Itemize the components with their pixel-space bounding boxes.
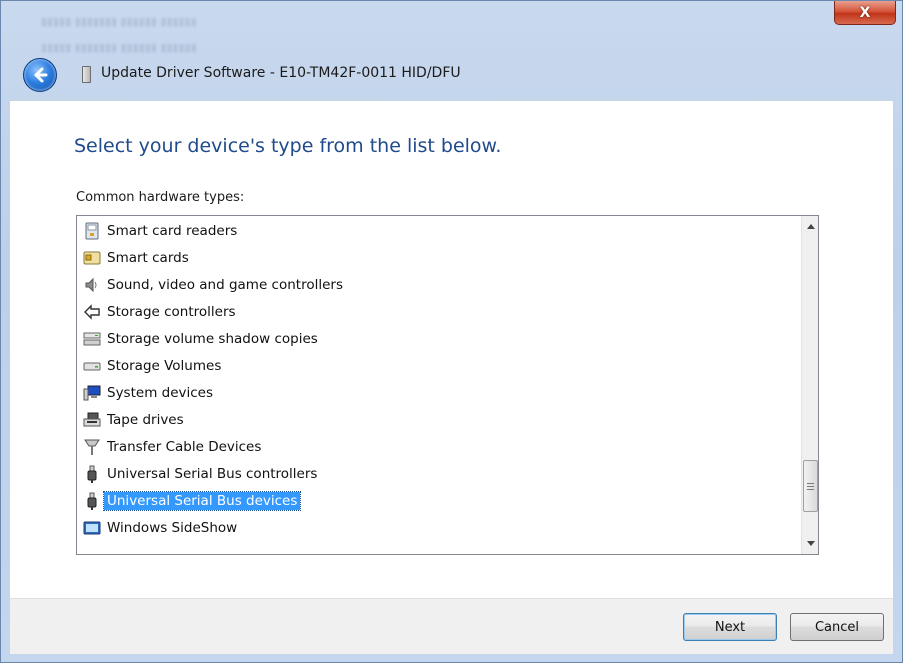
system-device-icon xyxy=(83,384,101,402)
close-button[interactable]: X xyxy=(834,1,896,25)
list-label: Common hardware types: xyxy=(76,190,245,205)
storage-volume-icon xyxy=(83,357,101,375)
list-item[interactable]: Smart card readers xyxy=(83,219,240,243)
list-item[interactable]: Universal Serial Bus controllers xyxy=(83,462,320,486)
transfer-cable-icon xyxy=(83,438,101,456)
list-item[interactable]: Universal Serial Bus devices xyxy=(83,489,302,513)
background-blur: ▮▮▮▮▮ ▮▮▮▮▮▮▮ ▮▮▮▮▮▮ ▮▮▮▮▮▮ xyxy=(41,15,197,28)
hardware-types-list[interactable]: Smart card readers Smart cards Sound, vide… xyxy=(76,215,819,555)
usb-plug-icon xyxy=(83,465,101,483)
list-item-label: Windows SideShow xyxy=(107,520,238,536)
grip-icon xyxy=(807,482,814,490)
list-item-label: Smart card readers xyxy=(107,223,238,239)
back-arrow-icon xyxy=(34,67,48,83)
sideshow-icon xyxy=(83,519,101,537)
scroll-thumb[interactable] xyxy=(803,460,818,512)
list-item-label: Smart cards xyxy=(107,250,189,266)
scroll-up-icon xyxy=(806,224,815,229)
list-item-label: Universal Serial Bus controllers xyxy=(107,466,318,482)
cancel-button[interactable]: Cancel xyxy=(790,613,884,641)
list-item[interactable]: Storage volume shadow copies xyxy=(83,327,321,351)
list-item-label: Transfer Cable Devices xyxy=(107,439,262,455)
list-item[interactable]: Transfer Cable Devices xyxy=(83,435,264,459)
list-item-label: Sound, video and game controllers xyxy=(107,277,343,293)
list-item-label: System devices xyxy=(107,385,214,401)
back-button[interactable] xyxy=(23,58,57,92)
list-item[interactable]: Windows SideShow xyxy=(83,516,240,540)
list-item[interactable]: Smart cards xyxy=(83,246,192,270)
hid-device-icon xyxy=(82,66,91,83)
list-item[interactable]: Tape drives xyxy=(83,408,187,432)
close-icon: X xyxy=(859,4,871,21)
storage-controller-icon xyxy=(83,303,101,321)
background-blur: ▮▮▮▮▮ ▮▮▮▮▮▮▮ ▮▮▮▮▮▮ ▮▮▮▮▮▮ xyxy=(41,41,197,54)
usb-plug-icon xyxy=(83,492,101,510)
list-item-label: Storage controllers xyxy=(107,304,236,320)
wizard-content: Select your device's type from the list … xyxy=(10,100,893,598)
scroll-down-icon xyxy=(806,541,815,546)
smart-card-reader-icon xyxy=(83,222,101,240)
wizard-footer: Next Cancel xyxy=(10,598,893,654)
shadow-copy-icon xyxy=(83,330,101,348)
list-item[interactable]: Sound, video and game controllers xyxy=(83,273,346,297)
list-item-label: Universal Serial Bus devices xyxy=(102,491,302,511)
speaker-icon xyxy=(83,276,101,294)
list-item-label: Tape drives xyxy=(107,412,184,428)
vertical-scrollbar[interactable] xyxy=(801,216,818,554)
next-button[interactable]: Next xyxy=(683,613,777,641)
page-title: Select your device's type from the list … xyxy=(74,135,502,157)
list-item[interactable]: Storage controllers xyxy=(83,300,239,324)
scroll-up-button[interactable] xyxy=(802,218,818,235)
smart-card-icon xyxy=(83,249,101,267)
list-item-label: Storage Volumes xyxy=(107,358,222,374)
scroll-down-button[interactable] xyxy=(802,535,818,552)
list-item-label: Storage volume shadow copies xyxy=(107,331,318,347)
window-title: Update Driver Software - E10-TM42F-0011 … xyxy=(101,65,461,81)
list-item[interactable]: System devices xyxy=(83,381,216,405)
tape-drive-icon xyxy=(83,411,101,429)
list-item[interactable]: Storage Volumes xyxy=(83,354,224,378)
